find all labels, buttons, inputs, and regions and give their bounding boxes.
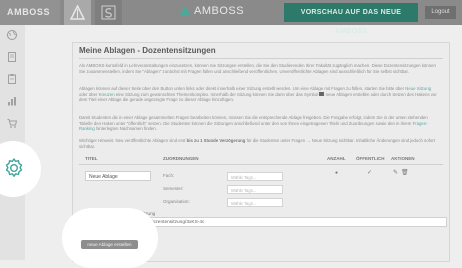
column-title: TITEL <box>85 156 98 161</box>
center-logo: AMBOSS <box>180 5 244 17</box>
question-count: ● <box>335 170 339 176</box>
center-logo-text: AMBOSS <box>194 5 245 17</box>
organisation-tags-input[interactable]: Wähle Tags... <box>227 198 283 207</box>
amboss-logo-icon <box>180 6 190 15</box>
edit-icon[interactable]: ✎ <box>393 169 398 176</box>
notice-delay: bis zu 1 Stunde Verzögerung <box>186 138 246 143</box>
release-text-b: hinterlegten Nachnamen finden. <box>94 126 157 132</box>
brand-logo[interactable]: AMBOSS <box>0 0 60 25</box>
semester-tags-input[interactable]: Wähle Tags... <box>227 185 283 194</box>
notice-paragraph: Wichtiger Hinweis: Neu veröffentlichte A… <box>79 138 439 149</box>
public-checkbox[interactable]: ✓ <box>367 169 372 176</box>
app-switch-tab-amboss[interactable] <box>64 0 91 25</box>
semester-label: Semester: <box>163 186 184 191</box>
preview-new-amboss-button[interactable]: VORSCHAU AUF DAS NEUE AMBOSS <box>284 3 418 35</box>
new-session-link[interactable]: Neue Sitzung <box>405 86 431 91</box>
create-ablage-button[interactable]: neue Ablage erstellen <box>81 240 138 249</box>
amboss-triangle-icon <box>70 5 85 20</box>
cart-icon[interactable] <box>6 117 18 129</box>
fach-tags-input[interactable]: Wähle Tags... <box>227 172 283 181</box>
kreuzen-link[interactable]: Kreuzen <box>99 92 115 97</box>
bar-chart-icon[interactable] <box>6 95 18 107</box>
globe-icon[interactable] <box>6 29 18 41</box>
app-switch-tab-second[interactable] <box>95 0 122 25</box>
ablage-title-input[interactable]: Neue Ablage <box>85 171 151 181</box>
instructions-text-a: Ablagen können auf dieser Seite über den… <box>79 86 406 91</box>
organisation-label: Organisation: <box>163 199 190 204</box>
trash-icon[interactable]: 🗑 <box>401 169 409 176</box>
title-divider <box>79 58 443 59</box>
sidebar <box>0 25 41 260</box>
column-aktionen: AKTIONEN <box>391 156 415 161</box>
release-text-a: Damit Studenten die in einer Ablage gesa… <box>79 115 428 126</box>
instructions-paragraph: Ablagen können auf dieser Seite über den… <box>79 86 439 103</box>
page-title: Meine Ablagen - Dozentensitzungen <box>79 46 216 55</box>
clipboard-icon[interactable] <box>6 73 18 85</box>
top-bar: AMBOSS AMBOSS VORSCHAU AUF DAS NEUE AMBO… <box>0 0 462 35</box>
active-settings-highlight <box>0 141 41 197</box>
brand-text: AMBOSS <box>7 7 51 17</box>
s-logo-icon <box>101 5 116 20</box>
gear-icon[interactable] <box>2 156 26 180</box>
document-icon[interactable] <box>6 51 18 63</box>
create-button-highlight <box>62 208 158 268</box>
instructions-text-c: eine Sitzung zum gewünschten Themenkompl… <box>114 91 320 97</box>
table-header-divider <box>79 164 443 165</box>
logout-button[interactable]: Logout <box>425 6 456 19</box>
fach-label: Fach: <box>163 173 175 178</box>
column-zuordnungen: ZUORDNUNGEN <box>163 156 199 161</box>
release-paragraph: Damit Studenten die in einer Ablage gesa… <box>79 115 439 132</box>
notice-text-a: Wichtiger Hinweis: Neu veröffentlichte A… <box>79 138 187 143</box>
column-oeffentlich: ÖFFENTLICH <box>356 156 385 161</box>
intro-paragraph: Als AMBOSS-kontofeld in Lehrveranstaltun… <box>79 63 436 74</box>
instructions-text-b: oder über <box>79 91 99 97</box>
column-anzahl: ANZAHL <box>327 156 346 161</box>
